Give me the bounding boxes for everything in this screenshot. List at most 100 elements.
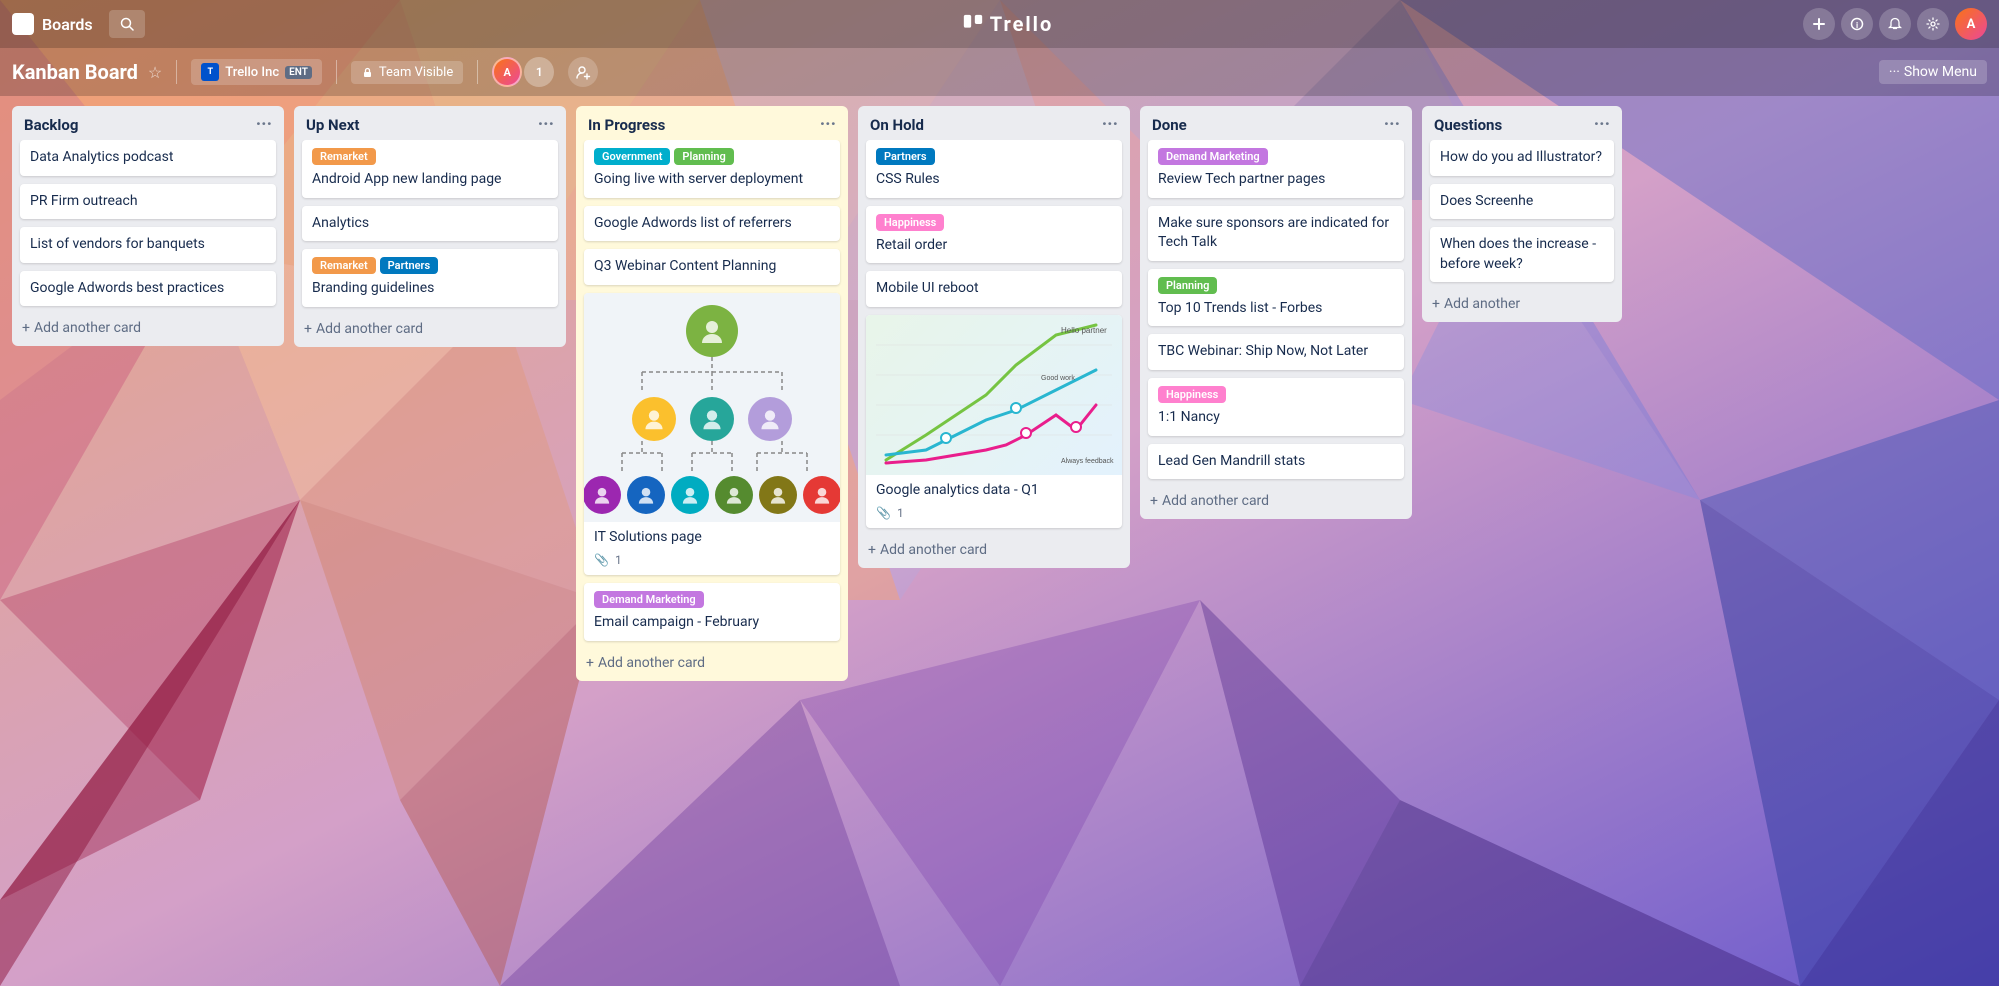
card-q2[interactable]: Does Screenhe (1430, 184, 1614, 220)
card-h1[interactable]: Partners CSS Rules (866, 140, 1122, 198)
board-members: A 1 (492, 57, 554, 87)
card-title-u1: Android App new landing page (312, 170, 548, 190)
card-d1[interactable]: Demand Marketing Review Tech partner pag… (1148, 140, 1404, 198)
add-card-upnext[interactable]: + Add another card (294, 315, 566, 347)
list-backlog: Backlog ··· Data Analytics podcast PR Fi… (12, 106, 284, 346)
card-p5[interactable]: Demand Marketing Email campaign - Februa… (584, 583, 840, 641)
card-d2[interactable]: Make sure sponsors are indicated for Tec… (1148, 206, 1404, 261)
card-title-h2: Retail order (876, 236, 1112, 256)
org-avatar-bot-4 (715, 476, 753, 514)
card-h4[interactable]: Hello partner Good work Always feedback … (866, 315, 1122, 529)
card-b2[interactable]: PR Firm outreach (20, 184, 276, 220)
label-partners-h1: Partners (876, 148, 935, 165)
trello-logo: Trello (962, 12, 1054, 36)
card-b1[interactable]: Data Analytics podcast (20, 140, 276, 176)
card-h4-content: Google analytics data - Q1 📎 1 (866, 475, 1122, 521)
card-badges-h4: 📎 1 (876, 506, 1112, 520)
search-button[interactable] (109, 10, 145, 38)
label-partners-u3: Partners (380, 257, 439, 274)
card-p1[interactable]: Government Planning Going live with serv… (584, 140, 840, 198)
board-content: Backlog ··· Data Analytics podcast PR Fi… (0, 96, 1999, 986)
list-header-inprogress: In Progress ··· (576, 106, 848, 140)
list-menu-backlog[interactable]: ··· (256, 116, 272, 134)
paperclip-icon-p4: 📎 (594, 553, 609, 567)
add-card-questions[interactable]: + Add another (1422, 290, 1622, 322)
add-card-backlog[interactable]: + Add another card (12, 314, 284, 346)
list-cards-done: Demand Marketing Review Tech partner pag… (1140, 140, 1412, 487)
card-p2[interactable]: Google Adwords list of referrers (584, 206, 840, 242)
add-card-inprogress[interactable]: + Add another card (576, 649, 848, 681)
list-onhold: On Hold ··· Partners CSS Rules Happiness… (858, 106, 1130, 568)
card-title-d6: Lead Gen Mandrill stats (1158, 452, 1394, 472)
org-avatar-bot-3 (671, 476, 709, 514)
card-title-p1: Going live with server deployment (594, 170, 830, 190)
workspace-icon: T (201, 63, 219, 81)
label-demand-p5: Demand Marketing (594, 591, 704, 608)
add-button[interactable] (1803, 8, 1835, 40)
list-title-onhold: On Hold (870, 116, 924, 134)
list-header-questions: Questions ··· (1422, 106, 1622, 140)
list-title-questions: Questions (1434, 116, 1502, 134)
card-title-b3: List of vendors for banquets (30, 235, 266, 255)
card-q3[interactable]: When does the increase - before week? (1430, 227, 1614, 282)
card-u1[interactable]: Remarket Android App new landing page (302, 140, 558, 198)
add-card-onhold[interactable]: + Add another card (858, 536, 1130, 568)
add-card-done[interactable]: + Add another card (1140, 487, 1412, 519)
list-title-done: Done (1152, 116, 1187, 134)
card-b3[interactable]: List of vendors for banquets (20, 227, 276, 263)
card-d3[interactable]: Planning Top 10 Trends list - Forbes (1148, 269, 1404, 327)
card-h3[interactable]: Mobile UI reboot (866, 271, 1122, 307)
list-cards-upnext: Remarket Android App new landing page An… (294, 140, 566, 315)
card-u2[interactable]: Analytics (302, 206, 558, 242)
card-p3[interactable]: Q3 Webinar Content Planning (584, 249, 840, 285)
card-d5[interactable]: Happiness 1:1 Nancy (1148, 378, 1404, 436)
list-menu-inprogress[interactable]: ··· (820, 116, 836, 134)
settings-button[interactable] (1917, 8, 1949, 40)
board-star-button[interactable]: ☆ (148, 63, 162, 82)
user-avatar[interactable]: A (1955, 8, 1987, 40)
board-header-right: ··· Show Menu (1879, 60, 1987, 84)
boards-label[interactable]: Boards (42, 15, 93, 34)
visibility-tag[interactable]: Team Visible (351, 61, 463, 84)
card-u3[interactable]: Remarket Partners Branding guidelines (302, 249, 558, 307)
ent-badge: ENT (285, 66, 312, 79)
show-menu-button[interactable]: ··· Show Menu (1879, 60, 1987, 84)
org-avatar-bot-2 (627, 476, 665, 514)
card-q1[interactable]: How do you ad Illustrator? (1430, 140, 1614, 176)
list-menu-onhold[interactable]: ··· (1102, 116, 1118, 134)
board-title: Kanban Board (12, 60, 138, 84)
add-member-button[interactable] (568, 57, 598, 87)
org-avatar-bot-1 (584, 476, 621, 514)
notifications-button[interactable] (1879, 8, 1911, 40)
list-menu-questions[interactable]: ··· (1594, 116, 1610, 134)
member-avatar-1[interactable]: A (492, 57, 522, 87)
svg-text:Good work: Good work (1041, 375, 1075, 382)
card-title-q2: Does Screenhe (1440, 192, 1604, 212)
list-cards-onhold: Partners CSS Rules Happiness Retail orde… (858, 140, 1130, 536)
list-menu-upnext[interactable]: ··· (538, 116, 554, 134)
org-avatar-top (686, 305, 738, 357)
badge-count-p4: 1 (615, 553, 622, 567)
card-labels-d3: Planning (1158, 277, 1394, 294)
info-button[interactable]: i (1841, 8, 1873, 40)
card-b4[interactable]: Google Adwords best practices (20, 271, 276, 307)
list-header-done: Done ··· (1140, 106, 1412, 140)
card-labels-p1: Government Planning (594, 148, 830, 165)
org-bottom-row (584, 476, 840, 514)
card-d4[interactable]: TBC Webinar: Ship Now, Not Later (1148, 334, 1404, 370)
list-title-inprogress: In Progress (588, 116, 665, 134)
list-header-upnext: Up Next ··· (294, 106, 566, 140)
card-title-d3: Top 10 Trends list - Forbes (1158, 299, 1394, 319)
list-menu-done[interactable]: ··· (1384, 116, 1400, 134)
divider-1 (176, 60, 177, 84)
card-title-b2: PR Firm outreach (30, 192, 266, 212)
label-remarket-u1: Remarket (312, 148, 376, 165)
svg-text:i: i (1856, 21, 1858, 30)
card-p4[interactable]: IT Solutions page 📎 1 (584, 293, 840, 576)
list-title-backlog: Backlog (24, 116, 78, 134)
card-h2[interactable]: Happiness Retail order (866, 206, 1122, 264)
list-upnext: Up Next ··· Remarket Android App new lan… (294, 106, 566, 347)
trello-logo-icon[interactable] (12, 13, 34, 35)
workspace-tag[interactable]: T Trello Inc ENT (191, 59, 322, 85)
card-d6[interactable]: Lead Gen Mandrill stats (1148, 444, 1404, 480)
